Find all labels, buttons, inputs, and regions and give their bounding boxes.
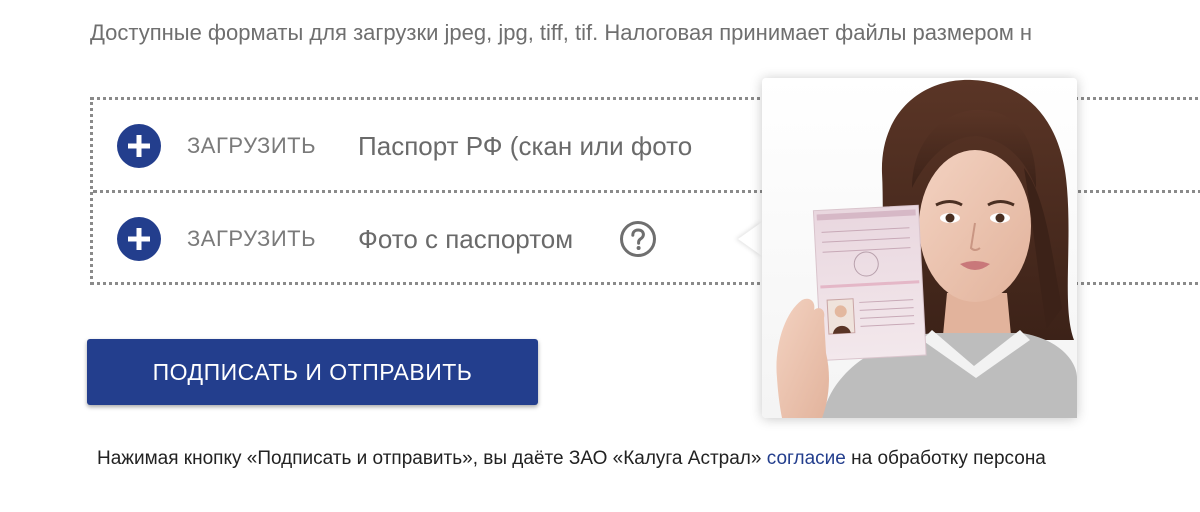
question-circle-icon[interactable]: [619, 220, 657, 258]
upload-page: Доступные форматы для загрузки jpeg, jpg…: [0, 0, 1200, 512]
upload-plus-button[interactable]: [117, 124, 161, 168]
upload-button[interactable]: ЗАГРУЗИТЬ: [187, 133, 316, 159]
plus-icon: [128, 228, 150, 250]
consent-before: Нажимая кнопку «Подписать и отправить», …: [97, 448, 767, 469]
example-photo-popup: [762, 78, 1077, 418]
upload-button[interactable]: ЗАГРУЗИТЬ: [187, 226, 316, 252]
plus-icon: [128, 135, 150, 157]
document-name: Паспорт РФ (скан или фото: [358, 130, 693, 161]
consent-link[interactable]: согласие: [767, 448, 846, 469]
upload-row-selfie: ЗАГРУЗИТЬ Фото с паспортом: [117, 215, 657, 263]
upload-row-passport: ЗАГРУЗИТЬ Паспорт РФ (скан или фото: [117, 122, 692, 170]
consent-text: Нажимая кнопку «Подписать и отправить», …: [97, 448, 1046, 470]
formats-hint: Доступные форматы для загрузки jpeg, jpg…: [90, 20, 1033, 45]
upload-plus-button[interactable]: [117, 217, 161, 261]
sign-and-send-button[interactable]: ПОДПИСАТЬ И ОТПРАВИТЬ: [87, 339, 538, 405]
example-photo-image: [762, 78, 1077, 418]
consent-after: на обработку персона: [845, 448, 1046, 469]
popup-arrow: [738, 222, 762, 256]
document-name: Фото с паспортом: [358, 223, 574, 254]
